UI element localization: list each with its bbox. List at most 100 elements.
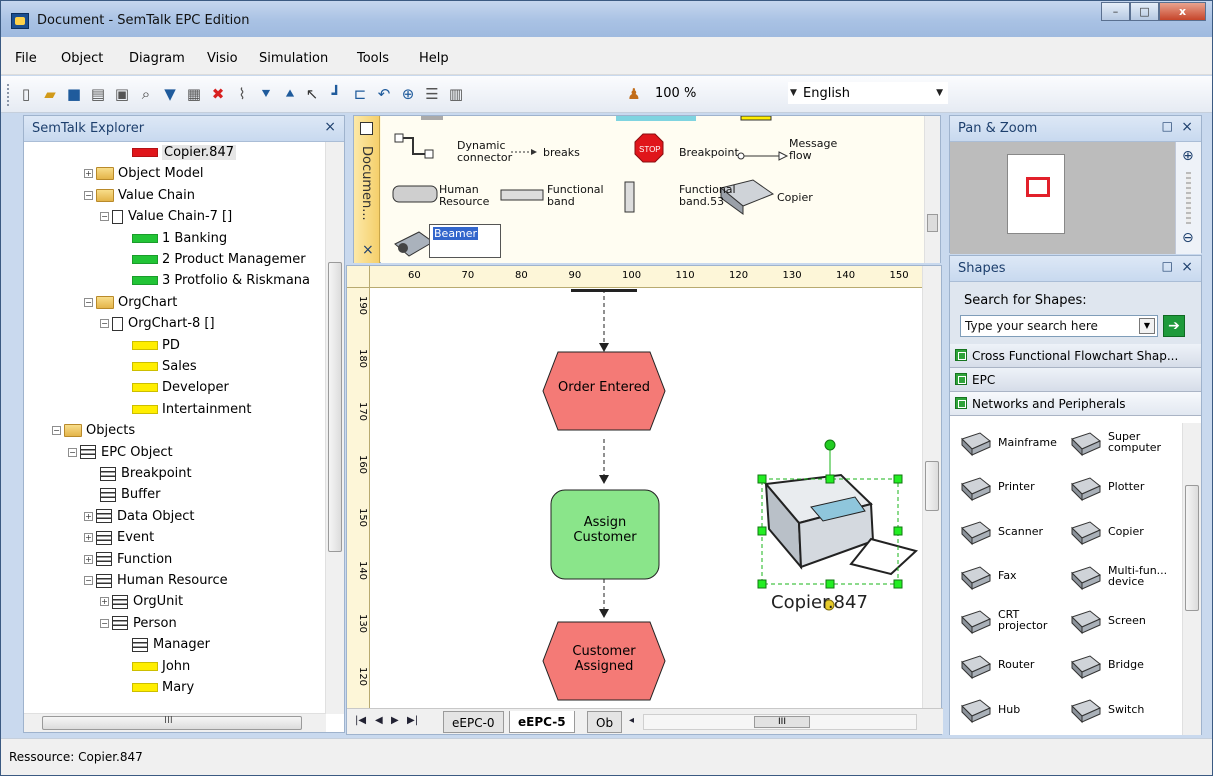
panzoom-page-thumbnail[interactable] — [1007, 154, 1065, 234]
menu-file[interactable]: File — [15, 51, 37, 66]
stencil-cross-functional[interactable]: Cross Functional Flowchart Shap... — [950, 344, 1201, 368]
zoom-icon[interactable]: ⊕ — [399, 85, 417, 103]
shape-item[interactable]: Printer — [958, 472, 1035, 502]
shape-item[interactable]: Mainframe — [958, 427, 1057, 457]
canvas-vscroll[interactable] — [922, 266, 941, 708]
expand-icon[interactable]: + — [84, 533, 93, 543]
properties-icon[interactable]: ▦ — [185, 85, 203, 103]
pointer-icon[interactable]: ↖ — [303, 85, 321, 103]
stencil-vscroll-thumb[interactable] — [927, 214, 938, 232]
menu-tools[interactable]: Tools — [357, 51, 389, 66]
search-dropdown-icon[interactable]: ▼ — [1139, 318, 1155, 334]
tree-item[interactable]: − Objects — [52, 420, 135, 441]
prev-page-icon[interactable]: ◀ — [375, 715, 383, 726]
tree-item[interactable]: Sales — [132, 356, 197, 377]
shape-item[interactable]: Screen — [1068, 605, 1146, 635]
toolbar-grip[interactable] — [7, 84, 10, 106]
zoom-in-icon[interactable]: ⊕ — [1182, 148, 1194, 164]
new-icon[interactable]: ▯ — [17, 85, 35, 103]
tabs-scroll-left-icon[interactable]: ◂ — [629, 715, 634, 726]
shape-item[interactable]: Bridge — [1068, 650, 1144, 680]
collapse-icon[interactable]: − — [100, 212, 109, 222]
zoom-slider[interactable] — [1186, 172, 1191, 224]
shape-item[interactable]: Router — [958, 650, 1034, 680]
search-go-button[interactable]: ➔ — [1163, 315, 1185, 337]
canvas-hscroll-thumb[interactable]: III — [754, 716, 810, 728]
drawing-page[interactable]: Order Entered Assign Customer Customer A… — [371, 289, 923, 708]
tree-item[interactable]: Manager — [132, 634, 210, 655]
tree-item[interactable]: − Value Chain-7 [] — [100, 206, 232, 227]
shape-item[interactable]: Scanner — [958, 516, 1043, 546]
explorer-vscroll[interactable] — [325, 142, 344, 714]
tree-item[interactable]: − Person — [100, 613, 177, 634]
message-flow-icon[interactable] — [737, 151, 789, 161]
language-select[interactable]: ▼ English ▼ — [788, 82, 948, 104]
shape-item[interactable]: Copier — [1068, 516, 1144, 546]
expand-icon[interactable]: + — [84, 554, 93, 564]
layout-icon[interactable]: ⊏ — [351, 85, 369, 103]
tree-item[interactable]: 2 Product Managemer — [132, 249, 306, 270]
shape-item[interactable]: Switch — [1068, 694, 1144, 724]
panzoom-viewport-marker[interactable] — [1026, 177, 1050, 197]
open-icon[interactable]: ▰ — [41, 85, 59, 103]
collapse-icon[interactable]: − — [84, 576, 93, 585]
find-icon[interactable]: ⌕ — [137, 85, 155, 103]
beamer-stencil-icon[interactable] — [394, 231, 434, 257]
print-icon[interactable]: ▤ — [89, 85, 107, 103]
expand-icon[interactable]: + — [100, 597, 109, 607]
next-page-icon[interactable]: ▶ — [391, 715, 399, 726]
zoom-out-icon[interactable]: ⊖ — [1182, 230, 1194, 246]
expand-icon[interactable]: + — [84, 511, 93, 521]
list-icon[interactable]: ☰ — [423, 85, 441, 103]
beamer-name-editor[interactable]: Beamer — [429, 224, 501, 258]
attach-icon[interactable]: ⌇ — [233, 85, 251, 103]
shape-item[interactable]: Hub — [958, 694, 1020, 724]
zoom-level[interactable]: 100 % — [655, 86, 696, 101]
shape-item[interactable]: Fax — [958, 561, 1017, 591]
stencil-networks[interactable]: Networks and Peripherals — [950, 392, 1201, 416]
down-icon[interactable]: ⯆ — [257, 85, 275, 103]
close-button[interactable]: x — [1159, 2, 1206, 21]
stencil-epc[interactable]: EPC — [950, 368, 1201, 392]
menu-diagram[interactable]: Diagram — [129, 51, 185, 66]
functional-band-icon[interactable] — [500, 189, 544, 201]
expand-icon[interactable]: + — [84, 169, 93, 179]
tree-item[interactable]: 3 Protfolio & Riskmana — [132, 270, 310, 291]
explorer-close-icon[interactable]: × — [324, 119, 336, 135]
preview-icon[interactable]: ▣ — [113, 85, 131, 103]
dynamic-connector-icon[interactable] — [394, 133, 434, 159]
document-stencil-tab[interactable]: Documen... × — [354, 116, 380, 263]
shape-item[interactable]: Plotter — [1068, 472, 1144, 502]
explorer-vscroll-thumb[interactable] — [328, 262, 342, 552]
last-page-icon[interactable]: ▶| — [407, 715, 418, 726]
users-icon[interactable]: ♟ — [625, 85, 643, 103]
tab-ob[interactable]: Ob — [587, 711, 623, 733]
tree-item[interactable]: − OrgChart — [84, 292, 177, 313]
first-page-icon[interactable]: |◀ — [355, 715, 366, 726]
tree-item[interactable]: Intertainment — [132, 399, 251, 420]
tree-item[interactable]: − Human Resource — [84, 570, 228, 591]
minimize-button[interactable]: – — [1101, 2, 1130, 21]
shape-item[interactable]: Super computer — [1068, 427, 1161, 457]
tree-item[interactable]: − Value Chain — [84, 185, 195, 206]
copier-diagram-icon[interactable] — [764, 473, 919, 576]
stop-breakpoint-icon[interactable]: STOP — [634, 133, 664, 163]
collapse-icon[interactable]: − — [84, 190, 93, 200]
tree-item[interactable]: Developer — [132, 377, 229, 398]
tree-item[interactable]: Copier.847 — [132, 142, 236, 163]
shapes-vscroll-thumb[interactable] — [1185, 485, 1199, 611]
language-dropdown-arrow-icon[interactable]: ▼ — [936, 88, 943, 98]
collapse-icon[interactable]: − — [84, 297, 93, 307]
shape-item[interactable]: Multi-fun... device — [1068, 561, 1167, 591]
menu-simulation[interactable]: Simulation — [259, 51, 328, 66]
stencil-vscroll[interactable] — [924, 116, 940, 263]
collapse-icon[interactable]: − — [52, 426, 61, 436]
collapse-icon[interactable]: − — [68, 447, 77, 457]
menu-object[interactable]: Object — [61, 51, 103, 66]
save-icon[interactable]: ■ — [65, 85, 83, 103]
shapes-vscroll[interactable] — [1182, 423, 1201, 735]
menu-visio[interactable]: Visio — [207, 51, 238, 66]
up-icon[interactable]: ⯅ — [281, 85, 299, 103]
collapse-icon[interactable]: − — [100, 618, 109, 628]
tree-item[interactable]: + Data Object — [84, 506, 195, 527]
